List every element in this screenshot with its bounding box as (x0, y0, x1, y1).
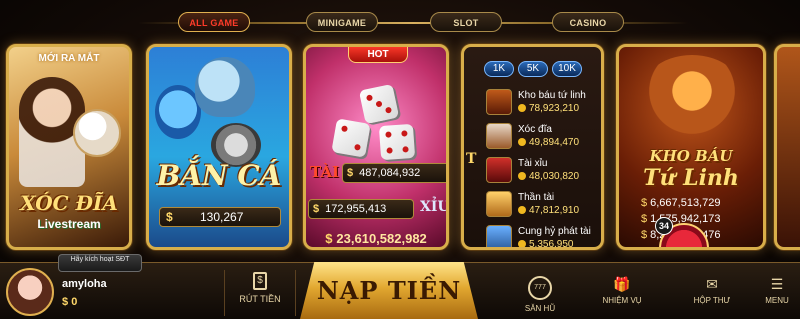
hamburger-icon: ☰ (770, 276, 784, 292)
tab-slot[interactable]: SLOT (430, 12, 502, 32)
item-amount: 49,894,470 (518, 136, 579, 149)
coin-icon (518, 206, 526, 214)
total-value: 23,610,582,982 (336, 231, 427, 246)
dice-bowl-image (73, 109, 121, 157)
new-release-label: MỚI RA MẮT (38, 53, 100, 64)
game-title-line2: Tứ Linh (643, 165, 739, 191)
game-card-kho-bau-tu-linh[interactable]: KHO BÁU Tứ Linh $6,667,513,729 $1,575,94… (616, 44, 766, 250)
currency-symbol: $ (325, 231, 333, 246)
item-name: Kho báu tứ linh (518, 90, 586, 101)
list-item[interactable]: Tài xỉu 48,030,820 (486, 153, 597, 187)
dice-icon (331, 118, 371, 158)
mail-icon: ✉ (706, 276, 718, 292)
item-amount: 47,812,910 (518, 204, 579, 217)
menu-label: MENU (765, 296, 789, 305)
list-item[interactable]: Thần tài 47,812,910 (486, 187, 597, 221)
bet-level-tabs: 1K 5K 10K (484, 61, 582, 77)
avatar[interactable] (6, 268, 54, 316)
dragon-image (637, 55, 747, 145)
tai-value: 487,084,932 (359, 167, 421, 179)
dice-icon (358, 83, 400, 125)
total-amount: $23,610,582,982 (306, 231, 446, 246)
tasks-button[interactable]: 🎁 NHIỆM VỤ (592, 276, 652, 305)
jackpot-label: SĂN HŨ (524, 304, 556, 313)
tai-label: TÀI (310, 163, 339, 181)
game-title: BẮN CÁ (156, 159, 282, 192)
username: amyloha (62, 278, 107, 290)
gift-icon: 🎁 (613, 276, 631, 292)
game-thumbnail (486, 191, 512, 217)
side-letter: T (466, 151, 477, 167)
jackpot-hunt-button[interactable]: 777 SĂN HŨ (510, 276, 570, 313)
game-subtitle: Livestream (37, 217, 101, 231)
xiu-amount: $172,955,413 (308, 199, 414, 219)
deposit-button[interactable]: NẠP TIỀN (300, 262, 478, 319)
mailbox-button[interactable]: ✉ HỘP THƯ (682, 276, 742, 305)
list-item[interactable]: Xóc đĩa 49,894,470 (486, 119, 597, 153)
item-amount: 48,030,820 (518, 170, 579, 183)
tasks-label: NHIỆM VỤ (602, 296, 642, 305)
coin-icon (518, 240, 526, 247)
game-card-partial[interactable] (774, 44, 800, 250)
game-card-ban-ca[interactable]: BẮN CÁ $130,267 (146, 44, 292, 250)
bet-tab-10k[interactable]: 10K (552, 61, 582, 77)
user-balance: $ 0 (62, 296, 78, 308)
jackpot-amount: $130,267 (159, 207, 281, 227)
jackpot-list: Kho báu tứ linh 78,923,210 Xóc đĩa 49,89… (486, 85, 597, 247)
xiu-label: XỈU (420, 199, 449, 215)
activate-phone-hint[interactable]: Hãy kích hoạt SĐT (58, 254, 142, 272)
currency-symbol: $ (347, 167, 354, 179)
item-name: Thần tài (518, 192, 555, 203)
game-card-tai-xiu[interactable]: HOT TÀI $487,084,932 $172,955,413 XỈU $2… (303, 44, 449, 250)
item-name: Xóc đĩa (518, 124, 552, 135)
game-title-line1: KHO BÁU (649, 147, 733, 165)
list-item[interactable]: Cung hỷ phát tài 5,356,950 (486, 221, 597, 247)
coin-icon (518, 104, 526, 112)
item-name: Cung hỷ phát tài (518, 226, 591, 237)
menu-button[interactable]: ☰ MENU (754, 276, 800, 305)
jackpot-list-panel: 1K 5K 10K T Kho báu tứ linh 78,923,210 X… (461, 44, 604, 250)
tab-minigame[interactable]: MINIGAME (306, 12, 378, 32)
shark-character-image (195, 57, 255, 117)
item-amount: 5,356,950 (518, 238, 591, 247)
tab-casino[interactable]: CASINO (552, 12, 624, 32)
bet-tab-5k[interactable]: 5K (518, 61, 548, 77)
withdraw-label: RÚT TIỀN (239, 294, 281, 304)
game-title: XÓC ĐĨA (20, 191, 118, 215)
tab-all-game[interactable]: ALL GAME (178, 12, 250, 32)
game-thumbnail (486, 89, 512, 115)
game-category-tabs: ALL GAME MINIGAME SLOT CASINO (138, 12, 688, 34)
currency-symbol: $ (313, 203, 320, 215)
jackpot-icon: 777 (528, 276, 552, 300)
jackpot-value: 130,267 (199, 210, 244, 224)
tai-amount: $487,084,932 (342, 163, 446, 183)
withdraw-button[interactable]: $ RÚT TIỀN (224, 270, 296, 316)
minigame-count-badge: 34 (655, 217, 673, 235)
game-card-xoc-dia-livestream[interactable]: MỚI RA MẮT XÓC ĐĨA Livestream (6, 44, 132, 250)
game-thumbnail (486, 225, 512, 247)
list-item[interactable]: Kho báu tứ linh 78,923,210 (486, 85, 597, 119)
game-thumbnail (486, 157, 512, 183)
item-name: Tài xỉu (518, 158, 548, 169)
bet-tab-1k[interactable]: 1K (484, 61, 514, 77)
currency-symbol: $ (166, 210, 173, 224)
game-thumbnail (486, 123, 512, 149)
hot-badge: HOT (348, 47, 408, 63)
item-amount: 78,923,210 (518, 102, 586, 115)
xiu-value: 172,955,413 (325, 203, 387, 215)
coin-icon (518, 138, 526, 146)
mail-label: HỘP THƯ (693, 296, 731, 305)
coin-icon (518, 172, 526, 180)
jackpot-amount: $6,667,513,729 (641, 197, 721, 209)
money-icon: $ (253, 272, 267, 290)
dice-icon (378, 123, 416, 161)
